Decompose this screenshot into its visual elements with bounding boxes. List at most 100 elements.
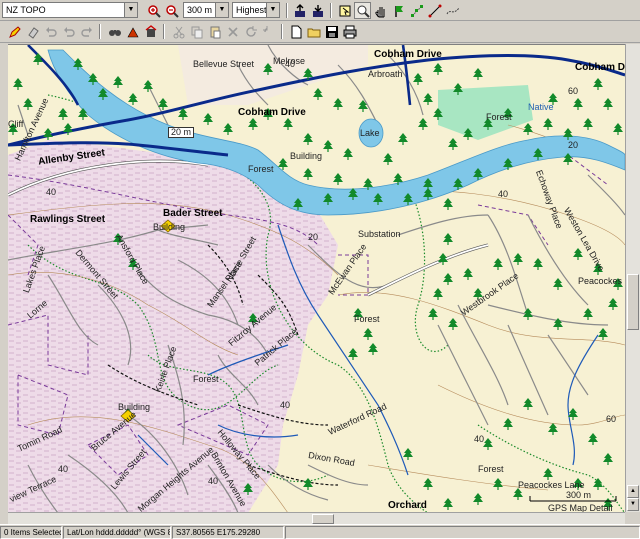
waypoint-tool-icon[interactable] <box>390 2 407 19</box>
tree-symbol <box>128 93 138 105</box>
find-address-icon[interactable] <box>142 23 159 40</box>
eraser-icon[interactable] <box>24 23 41 40</box>
tree-symbol <box>303 168 313 180</box>
map-label-contour: 60 <box>606 414 617 424</box>
scroll-down-arrow-icon[interactable]: ▼ <box>627 498 639 511</box>
map-label-contour: 40 <box>208 476 219 486</box>
map-label-forest: Forest <box>478 464 504 474</box>
tree-symbol <box>283 118 293 130</box>
tree-symbol <box>553 278 563 290</box>
tree-symbol <box>533 258 543 270</box>
distance-tool-icon[interactable] <box>426 2 443 19</box>
zoom-level-select[interactable]: 300 m ▼ <box>183 2 229 18</box>
send-to-device-icon[interactable] <box>291 2 308 19</box>
map-application-window: NZ TOPO ▼ 300 m ▼ Highest ▼ Cobham Drive… <box>0 0 640 539</box>
receive-from-device-icon[interactable] <box>309 2 326 19</box>
redo-icon[interactable] <box>78 23 95 40</box>
paste-icon[interactable] <box>206 23 223 40</box>
status-empty-pane <box>285 526 640 539</box>
vertical-scrollbar[interactable]: ▲ ▼ <box>625 44 640 512</box>
detail-level-select[interactable]: Highest ▼ <box>232 2 280 18</box>
tree-symbol <box>358 100 368 112</box>
map-label-peacockes: Peacockes <box>578 276 623 286</box>
tree-symbol <box>58 108 68 120</box>
refresh-icon[interactable] <box>260 23 277 40</box>
tree-symbol <box>443 233 453 245</box>
map-product-select[interactable]: NZ TOPO ▼ <box>2 2 138 18</box>
find-places-icon[interactable] <box>124 23 141 40</box>
map-label-contour: 40 <box>474 434 485 444</box>
tree-symbol <box>598 328 608 340</box>
zoom-out-icon[interactable] <box>163 2 180 19</box>
tree-symbol <box>463 268 473 280</box>
tree-symbol <box>443 498 453 510</box>
map-label-contour: 40 <box>58 464 69 474</box>
zoom-tool-icon[interactable] <box>354 2 371 19</box>
chevron-down-icon[interactable]: ▼ <box>215 3 228 17</box>
tree-symbol <box>413 73 423 85</box>
detail-level-value: Highest <box>236 5 267 15</box>
map-label-contour: 20 <box>568 140 579 150</box>
map-label-building: Building <box>118 402 151 412</box>
map-scale-bar: 300 m <box>528 491 618 503</box>
vertical-scroll-thumb[interactable] <box>627 274 639 330</box>
map-label-contour: 60 <box>568 86 579 96</box>
select-icon[interactable] <box>336 2 353 19</box>
map-label-cobham-drive: Cobham Drive <box>238 107 306 118</box>
map-label-contour-box: 20 m <box>168 127 195 138</box>
tree-symbol <box>143 80 153 92</box>
tree-symbol <box>448 318 458 330</box>
horizontal-scroll-thumb[interactable] <box>312 514 334 524</box>
new-file-icon[interactable] <box>287 23 304 40</box>
copy-icon[interactable] <box>188 23 205 40</box>
print-icon[interactable] <box>341 23 358 40</box>
rotate-icon[interactable] <box>242 23 259 40</box>
map-label-contour: 40 <box>46 187 57 197</box>
tree-symbol <box>363 328 373 340</box>
tree-symbol <box>303 478 313 490</box>
tree-symbol <box>573 98 583 110</box>
undo-all-icon[interactable] <box>60 23 77 40</box>
tree-symbol <box>523 123 533 135</box>
pan-tool-icon[interactable] <box>372 2 389 19</box>
chevron-down-icon[interactable]: ▼ <box>124 3 137 17</box>
chevron-down-icon[interactable]: ▼ <box>266 3 279 17</box>
zoom-in-icon[interactable] <box>145 2 162 19</box>
route-tool-icon[interactable] <box>408 2 425 19</box>
map-label-forest: Forest <box>486 112 512 122</box>
tree-symbol <box>383 153 393 165</box>
map-label-contour: 40 <box>280 400 291 410</box>
tree-symbol <box>418 118 428 130</box>
map-canvas[interactable]: Cobham Drive Cobham Drive Cobham Drive M… <box>8 44 625 512</box>
tree-symbol <box>113 76 123 88</box>
track-icon[interactable] <box>444 2 461 19</box>
map-label-bader-street: Bader Street <box>163 208 223 219</box>
tree-symbol <box>573 248 583 260</box>
tree-symbol <box>503 418 513 430</box>
toolbar-separator <box>163 24 165 39</box>
save-icon[interactable] <box>323 23 340 40</box>
tree-symbol <box>333 98 343 110</box>
undo-icon[interactable] <box>42 23 59 40</box>
find-icon[interactable] <box>106 23 123 40</box>
cut-icon[interactable] <box>170 23 187 40</box>
tree-symbol <box>603 453 613 465</box>
tree-symbol <box>303 133 313 145</box>
scroll-up-arrow-icon[interactable]: ▲ <box>627 485 639 498</box>
status-bar: 0 Items Selected Lat/Lon hddd.ddddd° (WG… <box>0 524 640 539</box>
tree-symbol <box>323 140 333 152</box>
map-pen-icon[interactable] <box>6 23 23 40</box>
horizontal-scrollbar[interactable] <box>8 512 625 524</box>
tree-symbol <box>348 348 358 360</box>
map-label-forest: Forest <box>354 314 380 324</box>
open-folder-icon[interactable] <box>305 23 322 40</box>
tree-symbol <box>423 478 433 490</box>
tree-symbol <box>543 118 553 130</box>
delete-icon[interactable] <box>224 23 241 40</box>
map-label-arbroath: Arbroath <box>368 69 403 79</box>
map-label-bellevue: Bellevue Street <box>193 59 255 69</box>
status-coord-format: Lat/Lon hddd.ddddd° (WGS 84) <box>63 526 171 539</box>
tree-symbol <box>588 433 598 445</box>
tree-symbol <box>423 93 433 105</box>
tree-symbol <box>333 173 343 185</box>
